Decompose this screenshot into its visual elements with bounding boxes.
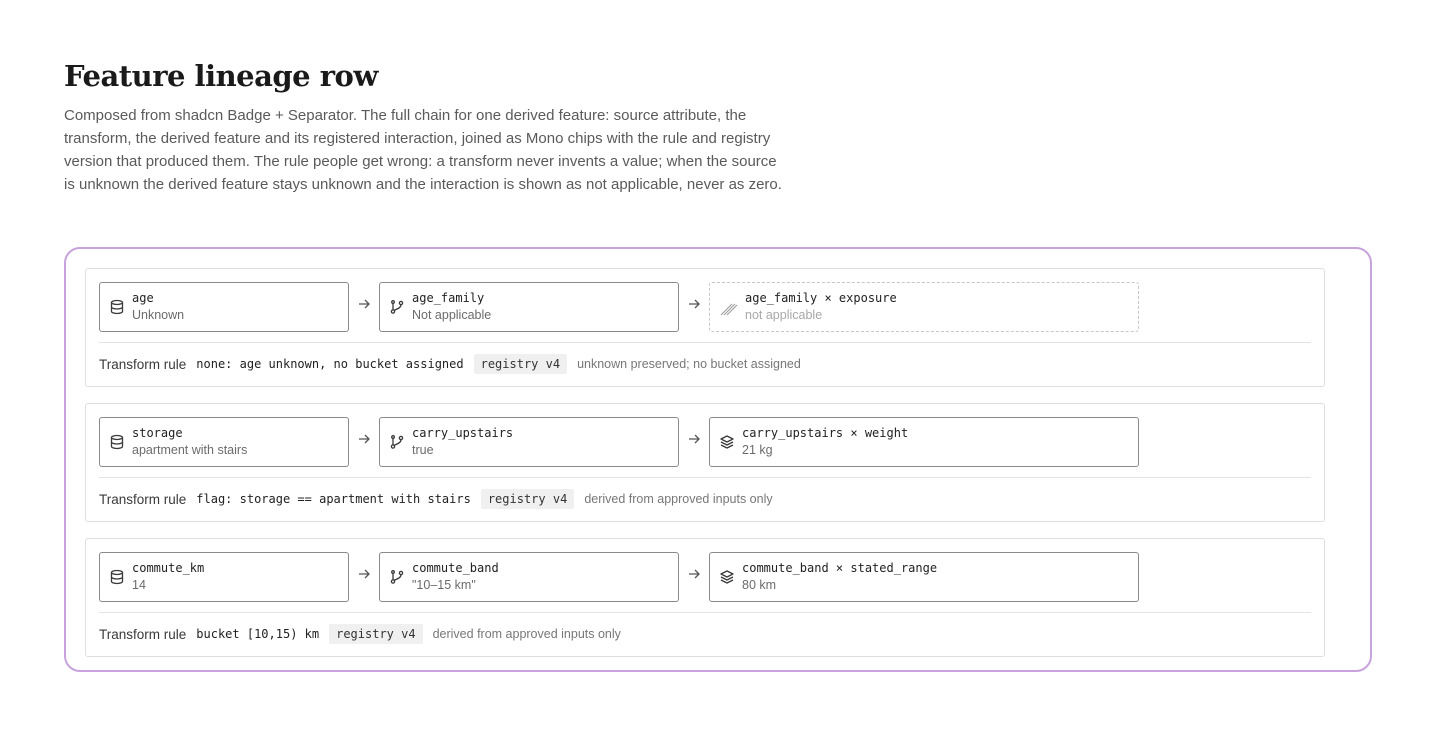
rule-note: derived from approved inputs only [432,627,621,641]
derived-value: true [412,443,434,457]
page-description: Composed from shadcn Badge + Separator. … [64,107,782,193]
arrow-right-icon [357,567,371,581]
interaction-value: not applicable [745,308,823,322]
transform-rule-label: Transform rule [99,491,187,507]
transform-rule-row: Transform rule none: age unknown, no buc… [99,353,801,375]
source-name: storage [132,426,183,440]
registry-badge: registry v4 [329,624,423,644]
source-chip[interactable]: storage apartment with stairs [99,417,349,467]
interaction-value: 80 km [742,578,777,592]
lineage-row-commute: commute_km 14 commute_band "10–15 km" co… [85,538,1325,657]
separator [99,477,1311,478]
database-icon [109,299,125,315]
lineage-row-storage: storage apartment with stairs carry_upst… [85,403,1325,522]
source-value: apartment with stairs [132,443,248,457]
interaction-chip-not-applicable[interactable]: age_family × exposure not applicable [709,282,1139,332]
source-name: age [132,291,154,305]
arrow-right-icon [357,432,371,446]
arrow-right-icon [687,432,701,446]
interaction-value: 21 kg [742,443,773,457]
derived-chip[interactable]: age_family Not applicable [379,282,679,332]
derived-value: Not applicable [412,308,492,322]
source-value: 14 [132,578,146,592]
transform-rule-code: none: age unknown, no bucket assigned [196,357,464,371]
separator [99,342,1311,343]
arrow-right-icon [357,297,371,311]
registry-badge: registry v4 [473,354,568,374]
database-icon [109,434,125,450]
source-chip[interactable]: commute_km 14 [99,552,349,602]
layers-icon [719,569,735,585]
derived-chip[interactable]: carry_upstairs true [379,417,679,467]
interaction-name: commute_band × stated_range [742,561,938,575]
git-branch-icon [389,434,405,450]
transform-rule-label: Transform rule [99,356,187,372]
interaction-chip[interactable]: carry_upstairs × weight 21 kg [709,417,1139,467]
transform-rule-code: bucket [10,15) km [196,627,320,641]
interaction-name: age_family × exposure [745,291,897,305]
interaction-name: carry_upstairs × weight [742,426,909,440]
registry-badge: registry v4 [480,489,575,509]
arrow-right-icon [687,297,701,311]
arrow-right-icon [687,567,701,581]
source-value: Unknown [132,308,185,322]
transform-rule-label: Transform rule [99,626,187,642]
transform-rule-row: Transform rule flag: storage == apartmen… [99,488,773,510]
git-branch-icon [389,569,405,585]
lineage-row-age: age Unknown age_family Not applicable ag… [85,268,1325,387]
derived-value: "10–15 km" [412,578,476,592]
derived-name: age_family [412,291,485,305]
derived-chip[interactable]: commute_band "10–15 km" [379,552,679,602]
database-icon [109,569,125,585]
separator [99,612,1311,613]
transform-rule-row: Transform rule bucket [10,15) km registr… [99,623,621,645]
source-name: commute_km [132,561,205,575]
page-title: Feature lineage row [64,59,378,93]
source-chip[interactable]: age Unknown [99,282,349,332]
lineage-preview-frame: age Unknown age_family Not applicable ag… [64,247,1372,672]
rule-note: unknown preserved; no bucket assigned [577,357,801,371]
derived-name: carry_upstairs [412,426,514,440]
derived-name: commute_band [412,561,499,575]
interaction-chip[interactable]: commute_band × stated_range 80 km [709,552,1139,602]
git-branch-icon [389,299,405,315]
transform-rule-code: flag: storage == apartment with stairs [196,492,471,506]
layers-icon [719,434,735,450]
hatch-icon [720,300,738,316]
rule-note: derived from approved inputs only [584,492,773,506]
